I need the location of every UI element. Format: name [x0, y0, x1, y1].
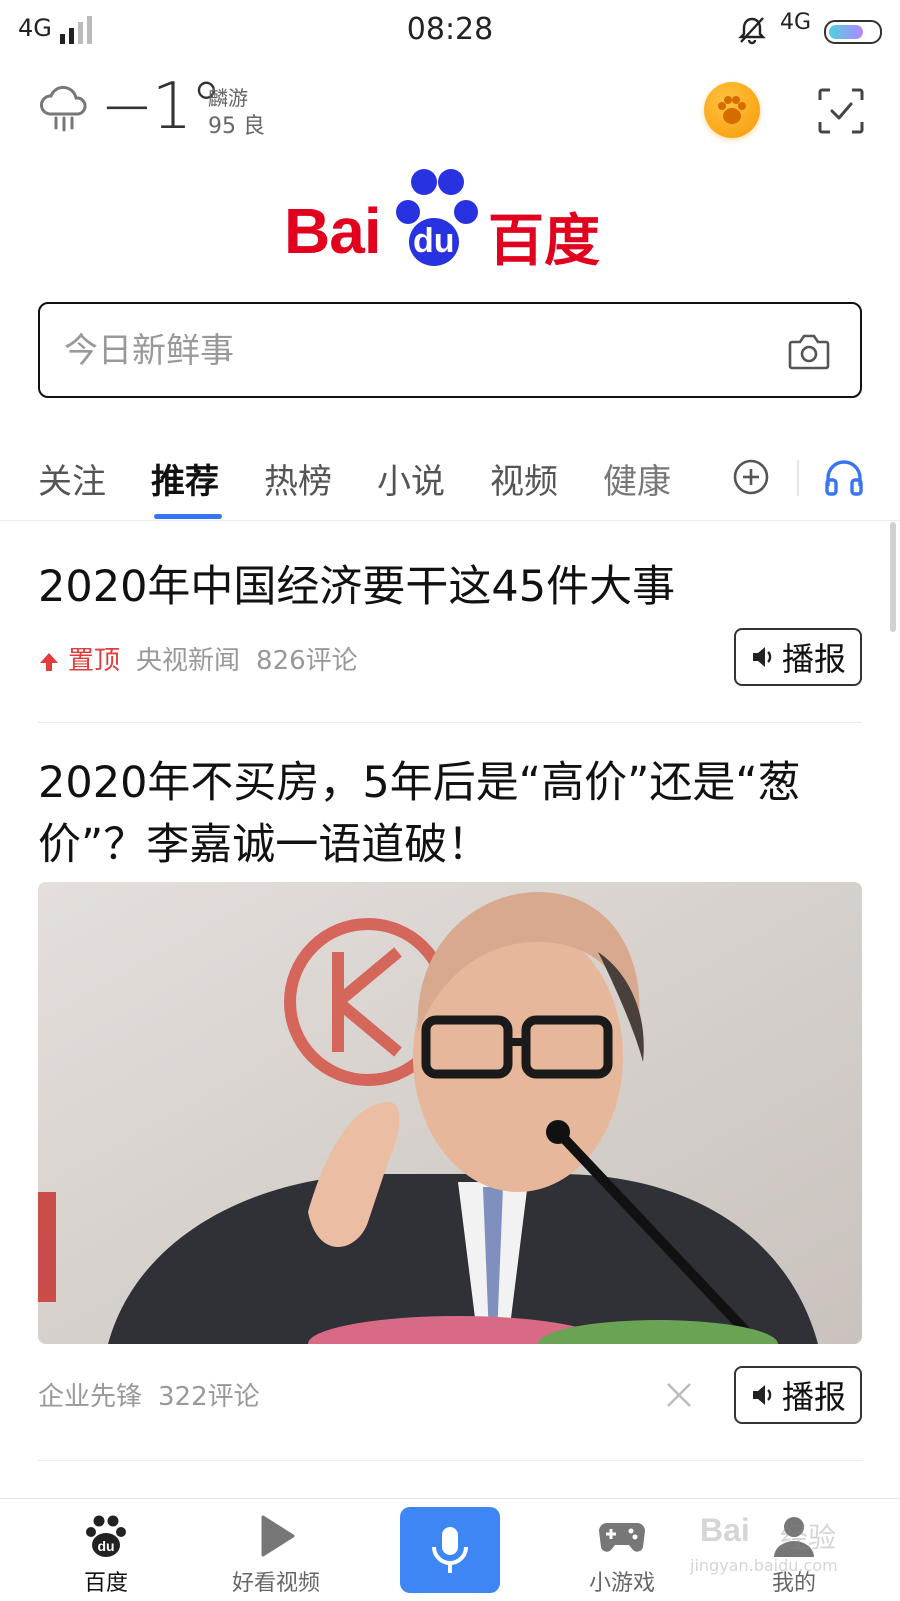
rain-cloud-icon[interactable] — [38, 84, 90, 132]
nav-label: 百度 — [83, 1571, 128, 1596]
baidu-logo[interactable]: Bai du 百度 — [284, 158, 620, 274]
paw-coin-button[interactable] — [704, 82, 760, 138]
news-title[interactable]: 2020年中国经济要干这45件大事 — [38, 552, 675, 614]
logo-text-bai: Bai — [284, 195, 382, 267]
logo-text-cn: 百度 — [488, 209, 600, 274]
active-tab-indicator — [154, 514, 222, 519]
battery-icon — [824, 20, 882, 44]
scan-icon[interactable] — [818, 88, 864, 134]
pin-arrow-icon — [40, 652, 58, 671]
tab-health[interactable]: 健康 — [603, 454, 671, 503]
add-tab-icon[interactable] — [732, 458, 770, 496]
news-source[interactable]: 央视新闻 — [136, 646, 240, 676]
nav-label: 小游戏 — [588, 1571, 655, 1596]
broadcast-label: 播报 — [781, 640, 846, 678]
feed-divider — [38, 722, 862, 723]
broadcast-button[interactable]: 播报 — [734, 628, 862, 686]
search-box[interactable] — [38, 302, 862, 398]
pinned-label: 置顶 — [68, 646, 121, 676]
speaker-icon — [752, 1385, 772, 1405]
dismiss-icon[interactable] — [664, 1380, 694, 1410]
nav-baidu[interactable]: du 百度 — [36, 1499, 176, 1601]
air-quality: 95 良 — [208, 108, 265, 140]
feed-tabs: 关注 推荐 热榜 小说 视频 健康 — [0, 440, 900, 520]
logo-text-du: du — [413, 222, 455, 260]
scrollbar[interactable] — [890, 522, 896, 632]
microphone-icon — [432, 1527, 468, 1573]
comment-count[interactable]: 322评论 — [158, 1382, 260, 1412]
tab-separator — [797, 460, 799, 496]
nav-haokan-video[interactable]: 好看视频 — [206, 1499, 346, 1601]
news-source[interactable]: 企业先锋 — [38, 1382, 142, 1412]
headphone-icon[interactable] — [824, 458, 864, 496]
tab-novel[interactable]: 小说 — [377, 454, 445, 503]
nav-mini-games[interactable]: 小游戏 — [552, 1499, 692, 1601]
play-icon — [261, 1515, 295, 1557]
aqi-value: 95 — [208, 114, 236, 139]
news-image[interactable] — [38, 882, 862, 1344]
network-type-right: 4G — [780, 10, 812, 35]
gamepad-icon — [599, 1523, 645, 1552]
tabs-divider — [0, 520, 900, 521]
feed-divider — [38, 1460, 862, 1461]
temperature[interactable]: −1° — [100, 70, 222, 144]
broadcast-button[interactable]: 播报 — [734, 1366, 862, 1424]
voice-search-button[interactable] — [400, 1507, 500, 1593]
search-input[interactable] — [62, 326, 766, 376]
news-photo — [38, 882, 862, 1344]
paw-icon — [718, 96, 746, 124]
svg-text:du: du — [97, 1538, 114, 1554]
news-meta: 企业先锋 322评论 — [38, 1376, 260, 1413]
baidu-jingyan-watermark: Bai 经验 jingyan.baidu.com — [690, 1512, 838, 1575]
camera-icon[interactable] — [788, 332, 830, 370]
news-title[interactable]: 2020年不买房，5年后是“高价”还是“葱价”？李嘉诚一语道破！ — [38, 752, 858, 876]
broadcast-label: 播报 — [781, 1378, 846, 1416]
tab-follow[interactable]: 关注 — [38, 454, 106, 503]
mute-bell-icon — [738, 17, 766, 45]
weather-location: 麟游 — [208, 86, 248, 110]
tab-hot-list[interactable]: 热榜 — [264, 454, 332, 503]
news-meta: 置顶 央视新闻 826评论 — [38, 640, 358, 676]
nav-label: 好看视频 — [231, 1571, 320, 1596]
tab-video[interactable]: 视频 — [490, 454, 558, 503]
speaker-icon — [752, 647, 772, 667]
comment-count[interactable]: 826评论 — [256, 646, 358, 676]
baidu-paw-icon: du — [86, 1515, 126, 1557]
status-bar: 4G 08:28 4G — [0, 0, 900, 58]
aqi-level: 良 — [243, 114, 266, 139]
tab-recommend[interactable]: 推荐 — [151, 454, 219, 503]
